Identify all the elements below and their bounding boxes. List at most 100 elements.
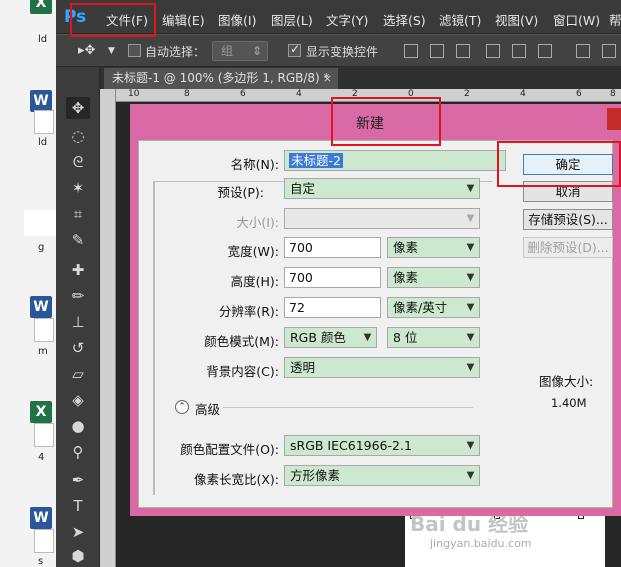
color-mode-label: 颜色模式(M): (204, 334, 279, 349)
menu-edit[interactable]: 编辑(E) (162, 10, 205, 29)
chevron-down-icon: ▼ (466, 242, 475, 253)
chevron-down-icon: ▼ (363, 332, 372, 343)
excel-icon[interactable]: X (30, 0, 52, 14)
background-dropdown[interactable]: 透明 ▼ (284, 357, 480, 378)
desktop-label: s (38, 556, 44, 567)
crop-tool-icon[interactable]: ⌗ (66, 203, 90, 225)
lasso-tool-icon[interactable]: ᘓ (66, 151, 90, 173)
close-icon[interactable]: × (323, 68, 332, 89)
type-tool-icon[interactable]: T (66, 495, 90, 517)
word-icon[interactable]: W (30, 507, 52, 529)
resolution-input[interactable]: 72 (284, 297, 381, 318)
stamp-tool-icon[interactable]: ⊥ (66, 311, 90, 333)
shape-tool-icon[interactable]: ⬢ (66, 545, 90, 567)
pixel-aspect-dropdown[interactable]: 方形像素 ▼ (284, 465, 480, 486)
highlight-ok-button (497, 141, 621, 187)
watermark-url: jingyan.baidu.com (430, 537, 532, 550)
brush-tool-icon[interactable]: ✏ (66, 285, 90, 307)
align-right-icon[interactable] (538, 44, 552, 58)
pen-tool-icon[interactable]: ✒ (66, 469, 90, 491)
align-hcenter-icon[interactable] (512, 44, 526, 58)
size-label: 大小(I): (236, 215, 279, 230)
width-unit-dropdown[interactable]: 像素 ▼ (387, 237, 480, 258)
word-icon[interactable]: W (30, 90, 52, 112)
chevron-down-icon: ▼ (466, 302, 475, 313)
document-page-icon (34, 318, 54, 342)
width-unit: 像素 (393, 240, 419, 255)
close-icon[interactable] (607, 108, 621, 130)
word-icon[interactable]: W (30, 296, 52, 318)
menu-window[interactable]: 窗口(W) (553, 10, 600, 29)
delete-preset-button: 删除预设(D)... (523, 237, 613, 258)
color-mode-dropdown[interactable]: RGB 颜色 ▼ (284, 327, 377, 348)
auto-select-label: 自动选择： (145, 45, 206, 59)
dodge-tool-icon[interactable]: ⚲ (66, 441, 90, 463)
align-left-icon[interactable] (486, 44, 500, 58)
advanced-divider (223, 407, 473, 408)
move-tool-icon[interactable]: ▸✥ (78, 43, 95, 58)
distribute-top-icon[interactable] (576, 44, 590, 58)
name-input[interactable]: 未标题-2 (284, 150, 506, 171)
height-input[interactable]: 700 (284, 267, 381, 288)
align-top-icon[interactable] (404, 44, 418, 58)
background-value: 透明 (290, 360, 316, 375)
height-unit-dropdown[interactable]: 像素 ▼ (387, 267, 480, 288)
show-transform-checkbox[interactable] (288, 42, 301, 57)
color-profile-dropdown[interactable]: sRGB IEC61966-2.1 ▼ (284, 435, 480, 456)
menu-image[interactable]: 图像(I) (218, 10, 256, 29)
desktop-label: ld (38, 137, 48, 148)
move-tool-icon[interactable]: ✥ (66, 97, 90, 119)
name-label: 名称(N): (230, 157, 279, 172)
document-tab-bar: 未标题-1 @ 100% (多边形 1, RGB/8) * × (100, 67, 621, 89)
auto-select-value: 组 (221, 44, 234, 58)
align-vcenter-icon[interactable] (430, 44, 444, 58)
spreadsheet-page-icon (34, 423, 54, 447)
history-brush-icon[interactable]: ↺ (66, 337, 90, 359)
marquee-tool-icon[interactable]: ◌ (66, 125, 90, 147)
distribute-vcenter-icon[interactable] (602, 44, 616, 58)
bit-depth-dropdown[interactable]: 8 位 ▼ (387, 327, 480, 348)
chevron-down-icon: ▼ (466, 213, 475, 224)
height-label: 高度(H): (230, 274, 279, 289)
align-bottom-icon[interactable] (456, 44, 470, 58)
group-border (153, 181, 155, 495)
ruler-number: 6 (240, 89, 246, 99)
desktop-label: 4 (38, 452, 45, 463)
excel-icon[interactable]: X (30, 401, 52, 423)
color-mode-value: RGB 颜色 (290, 330, 346, 345)
menu-help[interactable]: 帮 (609, 10, 621, 29)
highlight-file-menu (70, 3, 156, 37)
image-size-value: 1.40M (551, 396, 587, 410)
chevron-down-icon: ▼ (466, 183, 475, 194)
ruler-number: 8 (610, 89, 616, 99)
preset-dropdown[interactable]: 自定 ▼ (284, 178, 480, 199)
height-unit: 像素 (393, 270, 419, 285)
eraser-tool-icon[interactable]: ▱ (66, 363, 90, 385)
chevron-down-icon[interactable]: ▼ (108, 46, 115, 56)
chevron-down-icon: ▼ (466, 272, 475, 283)
paint-bucket-icon[interactable]: ◈ (66, 389, 90, 411)
eyedropper-icon[interactable]: ✎ (66, 229, 90, 251)
bit-depth-value: 8 位 (393, 330, 418, 345)
auto-select-dropdown[interactable]: 组 ⇕ (212, 41, 268, 61)
desktop-label: m (38, 346, 48, 357)
path-select-icon[interactable]: ➤ (66, 521, 90, 543)
advanced-toggle-icon[interactable]: ⌃ (175, 400, 189, 414)
menu-select[interactable]: 选择(S) (383, 10, 426, 29)
menu-view[interactable]: 视图(V) (495, 10, 538, 29)
save-preset-button[interactable]: 存储预设(S)... (523, 209, 613, 230)
magic-wand-icon[interactable]: ✶ (66, 177, 90, 199)
document-page-icon (34, 529, 54, 553)
auto-select-checkbox[interactable] (128, 44, 141, 57)
menu-type[interactable]: 文字(Y) (326, 10, 368, 29)
resolution-unit-dropdown[interactable]: 像素/英寸 ▼ (387, 297, 480, 318)
width-label: 宽度(W): (227, 244, 279, 259)
image-size-label: 图像大小: (539, 374, 594, 389)
menu-layer[interactable]: 图层(L) (271, 10, 313, 29)
healing-brush-icon[interactable]: ✚ (66, 259, 90, 281)
desktop-tile (24, 210, 56, 236)
blur-tool-icon[interactable]: ● (66, 415, 90, 437)
menu-filter[interactable]: 滤镜(T) (439, 10, 481, 29)
document-tab[interactable]: 未标题-1 @ 100% (多边形 1, RGB/8) * × (104, 68, 338, 89)
width-input[interactable]: 700 (284, 237, 381, 258)
